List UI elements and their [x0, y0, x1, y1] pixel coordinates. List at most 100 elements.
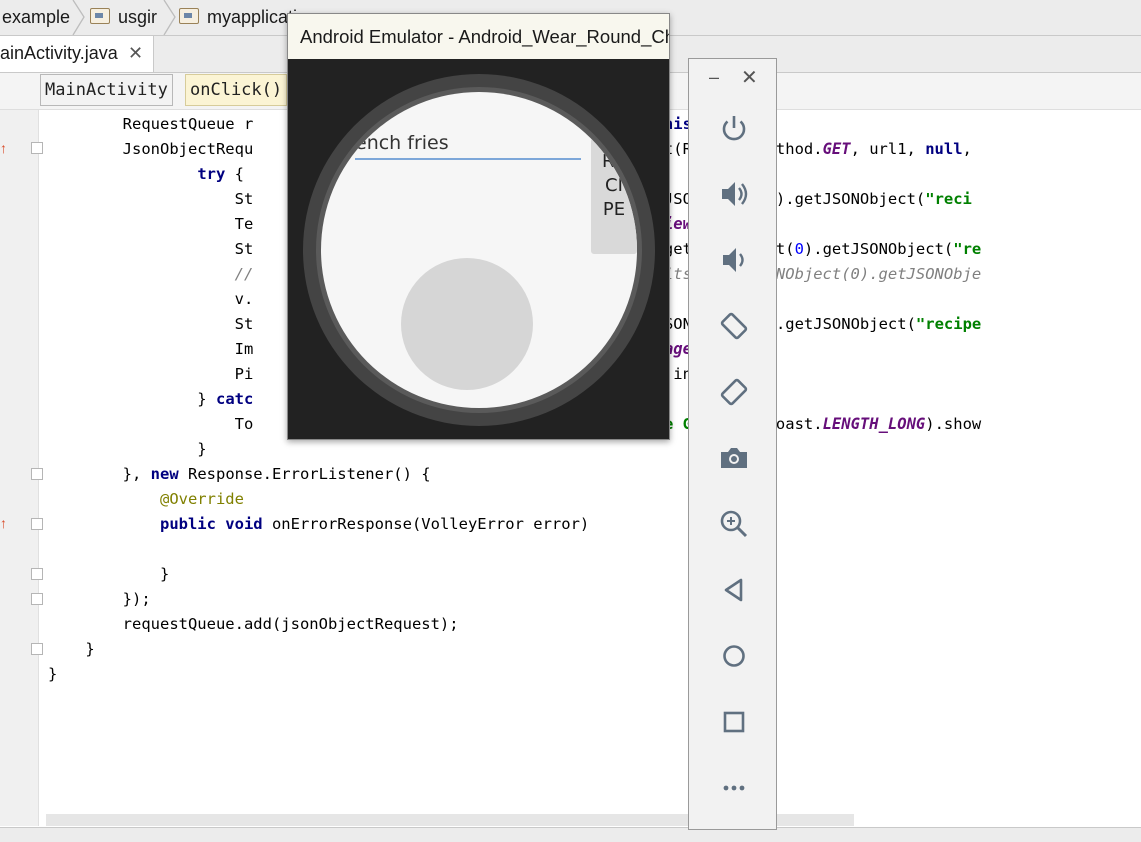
emulator-title[interactable]: Android Emulator - Android_Wear_Round_Ch…	[288, 14, 669, 59]
code-token: St	[48, 190, 254, 208]
code-token: {	[225, 165, 244, 183]
code-token: catc	[215, 390, 254, 408]
code-token: ).getJSONObject(	[766, 315, 916, 333]
code-token: }	[48, 440, 207, 458]
code-token: LENGTH_LONG	[822, 415, 926, 433]
breadcrumb-item-myapplication[interactable]: myapplicati	[179, 0, 297, 35]
code-token: v.	[48, 290, 254, 308]
recipe-image-placeholder	[401, 258, 533, 390]
code-token: "reci	[925, 190, 972, 208]
recipe-button[interactable]: RE CI PE	[591, 138, 637, 254]
rotate-left-icon[interactable]	[717, 309, 751, 343]
emulator-toolbar: – ✕	[688, 58, 777, 830]
power-icon[interactable]	[717, 111, 751, 145]
code-token: }	[48, 565, 170, 583]
code-token: null	[925, 140, 963, 158]
class-chip[interactable]: MainActivity	[40, 74, 173, 106]
overview-icon[interactable]	[717, 705, 751, 739]
minimize-icon[interactable]: –	[709, 67, 719, 88]
code-token: @Override	[159, 490, 244, 508]
code-token: Response.ErrorListener() {	[178, 465, 431, 483]
watch-bezel: ench fries RE CI PE	[303, 74, 655, 426]
override-marker-icon[interactable]: ↑	[0, 140, 8, 156]
fold-icon[interactable]	[31, 468, 43, 480]
breadcrumb-item-usgir[interactable]: usgir	[90, 0, 157, 35]
code-token: GET	[822, 140, 851, 158]
folder-icon	[90, 8, 110, 24]
tab-mainactivity-java[interactable]: ainActivity.java ✕	[0, 36, 154, 72]
code-token: ).getJSONObject(	[775, 190, 926, 208]
recipe-button-label-1: RE	[602, 151, 626, 172]
fold-icon[interactable]	[31, 518, 43, 530]
food-search-input[interactable]: ench fries	[355, 130, 581, 156]
fold-icon[interactable]	[31, 568, 43, 580]
volume-down-icon[interactable]	[717, 243, 751, 277]
fold-icon[interactable]	[31, 142, 43, 154]
code-token: St	[48, 240, 254, 258]
code-token: St	[48, 315, 254, 333]
recipe-button-label-3: PE	[602, 199, 626, 220]
code-token: ).getJSONObject(	[803, 240, 954, 258]
code-token: try	[197, 165, 226, 183]
watch-screen[interactable]: ench fries RE CI PE	[321, 92, 637, 408]
fold-icon[interactable]	[31, 643, 43, 655]
code-token: Pi	[48, 365, 254, 383]
code-token: "re	[953, 240, 982, 258]
method-chip[interactable]: onClick()	[185, 74, 288, 106]
code-line: requestQueue.add(jsonObjectRequest);	[48, 612, 459, 637]
code-token: }	[48, 640, 95, 658]
code-line: }	[48, 662, 57, 687]
code-line: }, new Response.ErrorListener() {	[48, 462, 431, 487]
close-icon[interactable]: ✕	[128, 36, 143, 70]
emulator-window[interactable]: Android Emulator - Android_Wear_Round_Ch…	[287, 13, 670, 440]
code-token: requestQueue.add(jsonObjectRequest);	[48, 615, 459, 633]
more-icon[interactable]	[717, 771, 751, 805]
code-token: 0	[794, 240, 804, 258]
code-token: }	[48, 390, 216, 408]
rotate-right-icon[interactable]	[717, 375, 751, 409]
code-token: },	[48, 465, 151, 483]
breadcrumb-separator	[72, 0, 85, 35]
code-token: "recipe	[915, 315, 982, 333]
override-marker-icon[interactable]: ↑	[0, 515, 8, 531]
back-icon[interactable]	[717, 573, 751, 607]
code-line: } catc	[48, 387, 253, 412]
code-token: JsonObjectRequ	[48, 140, 254, 158]
tab-label: ainActivity.java	[0, 43, 118, 63]
breadcrumb-item-example[interactable]: example	[2, 0, 70, 35]
breadcrumb-label: usgir	[118, 7, 158, 27]
code-token: onErrorResponse(VolleyError error)	[262, 515, 590, 533]
code-token: Te	[48, 215, 254, 233]
code-token: });	[48, 590, 151, 608]
code-line: }	[48, 562, 169, 587]
code-token: Im	[48, 340, 254, 358]
code-line: }	[48, 637, 95, 662]
code-token: public void	[159, 515, 263, 533]
watch-bezel-inner: ench fries RE CI PE	[316, 87, 642, 413]
code-token: //	[48, 265, 254, 283]
code-token: To	[48, 415, 254, 433]
recipe-button-label-2: CI	[605, 175, 623, 196]
code-token: ).show	[925, 415, 982, 433]
fold-icon[interactable]	[31, 593, 43, 605]
code-token: , url1,	[850, 140, 926, 158]
home-icon[interactable]	[717, 639, 751, 673]
code-token: RequestQueue r	[48, 115, 254, 133]
close-icon[interactable]: ✕	[741, 65, 758, 90]
input-underline	[355, 158, 581, 160]
editor-gutter: ↑ ↑	[0, 110, 43, 826]
code-token: }	[48, 665, 58, 683]
zoom-icon[interactable]	[717, 507, 751, 541]
code-line: try {	[48, 162, 244, 187]
camera-icon[interactable]	[717, 441, 751, 475]
folder-icon	[179, 8, 199, 24]
code-token: new	[150, 465, 179, 483]
code-line: @Override	[48, 487, 244, 512]
code-line: public void onErrorResponse(VolleyError …	[48, 512, 589, 537]
code-line: }	[48, 437, 207, 462]
volume-up-icon[interactable]	[717, 177, 751, 211]
breadcrumb-separator	[163, 0, 176, 35]
